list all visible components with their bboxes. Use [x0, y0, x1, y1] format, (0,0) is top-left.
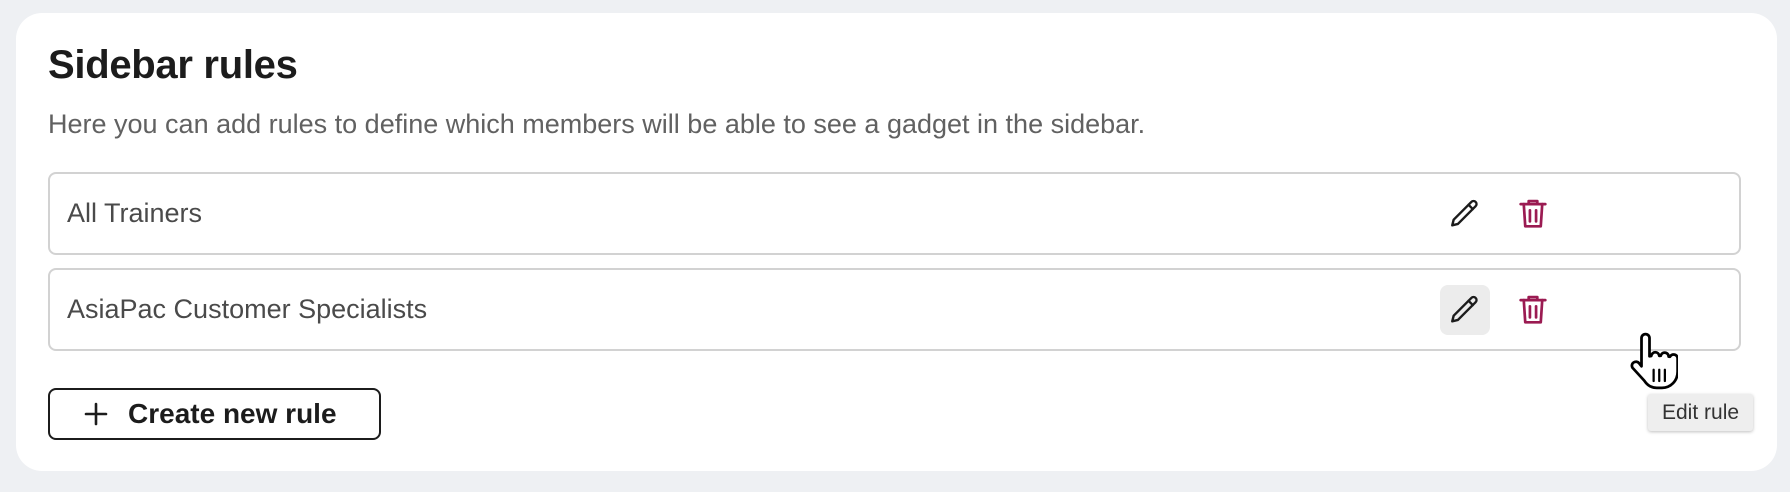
sidebar-rules-card: Sidebar rules Here you can add rules to … [16, 13, 1777, 471]
trash-icon [1519, 199, 1547, 228]
plus-icon [84, 402, 108, 426]
edit-rule-button[interactable] [1440, 285, 1490, 335]
create-new-rule-button[interactable]: Create new rule [48, 388, 381, 440]
delete-rule-button[interactable] [1508, 189, 1558, 239]
edit-rule-tooltip: Edit rule [1648, 394, 1754, 431]
create-new-rule-label: Create new rule [128, 398, 337, 429]
pencil-icon [1451, 295, 1478, 323]
rule-name: AsiaPac Customer Specialists [67, 294, 428, 324]
rule-row: AsiaPac Customer Specialists [48, 268, 1741, 351]
trash-icon [1519, 295, 1547, 324]
delete-rule-button[interactable] [1508, 285, 1558, 335]
pencil-icon [1451, 199, 1478, 227]
rule-row: All Trainers [48, 172, 1741, 255]
page-title: Sidebar rules [48, 43, 298, 87]
section-description: Here you can add rules to define which m… [48, 109, 1146, 139]
edit-rule-button[interactable] [1440, 189, 1490, 239]
rule-name: All Trainers [67, 198, 203, 228]
